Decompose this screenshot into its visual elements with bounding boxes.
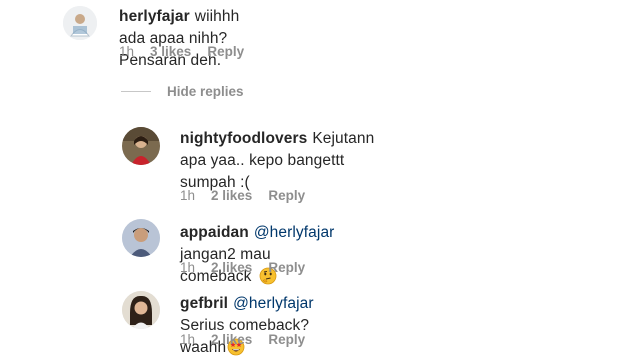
divider (121, 91, 151, 92)
avatar[interactable] (63, 6, 97, 40)
username[interactable]: nightyfoodlovers (180, 130, 307, 147)
mention-link[interactable]: @herlyfajar (254, 224, 335, 241)
avatar[interactable] (122, 291, 160, 329)
timestamp[interactable]: 1h (119, 44, 134, 59)
comment-text: appaidan @herlyfajar jangan2 mau comeback (180, 222, 334, 292)
avatar[interactable] (122, 127, 160, 165)
hide-replies-label: Hide replies (167, 84, 244, 99)
comment-meta: 1h 2 likes Reply (180, 188, 305, 203)
mention-link[interactable]: @herlyfajar (233, 295, 314, 312)
comment-text: nightyfoodlovers Kejutann apa yaa.. kepo … (180, 128, 374, 194)
reply-button[interactable]: Reply (268, 260, 305, 275)
username[interactable]: appaidan (180, 224, 249, 241)
username[interactable]: gefbril (180, 295, 228, 312)
timestamp[interactable]: 1h (180, 332, 195, 347)
username[interactable]: herlyfajar (119, 8, 190, 25)
hide-replies-button[interactable]: Hide replies (121, 84, 244, 99)
timestamp[interactable]: 1h (180, 188, 195, 203)
comment-text: gefbril @herlyfajar Serius comeback? waah… (180, 293, 314, 363)
reply-button[interactable]: Reply (268, 188, 305, 203)
likes-count[interactable]: 3 likes (150, 44, 191, 59)
comment-text: herlyfajar wiihhh ada apaa nihh? Pensaran… (119, 6, 239, 72)
reply-button[interactable]: Reply (268, 332, 305, 347)
comment-meta: 1h 2 likes Reply (180, 260, 305, 275)
reply-button[interactable]: Reply (207, 44, 244, 59)
avatar[interactable] (122, 219, 160, 257)
comment-meta: 1h 3 likes Reply (119, 44, 244, 59)
comment-meta: 1h 2 likes Reply (180, 332, 305, 347)
likes-count[interactable]: 2 likes (211, 260, 252, 275)
timestamp[interactable]: 1h (180, 260, 195, 275)
likes-count[interactable]: 2 likes (211, 188, 252, 203)
likes-count[interactable]: 2 likes (211, 332, 252, 347)
